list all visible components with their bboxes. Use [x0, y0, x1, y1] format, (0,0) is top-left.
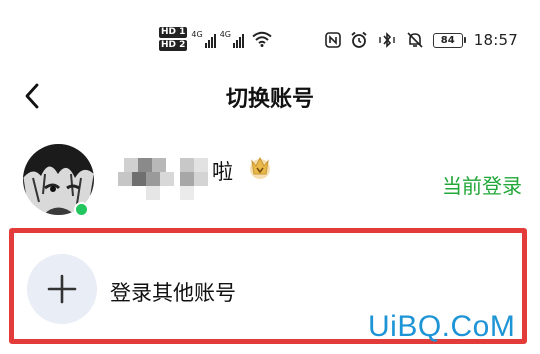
- nfc-icon: [324, 32, 341, 48]
- pixelated-username: [118, 150, 210, 214]
- network-type-label: 4G: [191, 30, 203, 39]
- plus-icon: [27, 254, 97, 324]
- wifi-icon: [252, 31, 272, 47]
- bluetooth-vibrate-icon: [379, 32, 395, 48]
- signal-icon: 4G: [220, 30, 244, 48]
- battery-icon: 84: [432, 32, 466, 48]
- battery-level: 84: [440, 34, 455, 46]
- current-account-row[interactable]: 啦 当前登录: [0, 138, 540, 224]
- mute-icon: [407, 32, 423, 48]
- username-suffix: 啦: [212, 160, 233, 184]
- crown-icon: [250, 156, 270, 179]
- app-header: 切换账号: [0, 72, 540, 120]
- network-type-label: 4G: [219, 30, 231, 39]
- clock: 18:57: [473, 31, 518, 49]
- signal-icon: 4G: [191, 30, 216, 48]
- online-status-dot: [74, 202, 89, 217]
- alarm-icon: [351, 31, 367, 48]
- sim2-hd-badge: HD 2: [159, 40, 188, 51]
- sim1-hd-badge: HD 1: [159, 27, 188, 38]
- status-bar: HD 1 HD 2 4G 4G 84 18:57: [0, 0, 540, 56]
- site-watermark: UiBQ.CoM: [368, 310, 516, 343]
- system-indicators: 84 18:57: [324, 29, 518, 51]
- page-title: 切换账号: [225, 87, 314, 112]
- cellular-indicators: HD 1 HD 2 4G 4G: [159, 25, 272, 53]
- add-account-label: 登录其他账号: [110, 281, 236, 305]
- current-login-label: 当前登录: [442, 174, 522, 198]
